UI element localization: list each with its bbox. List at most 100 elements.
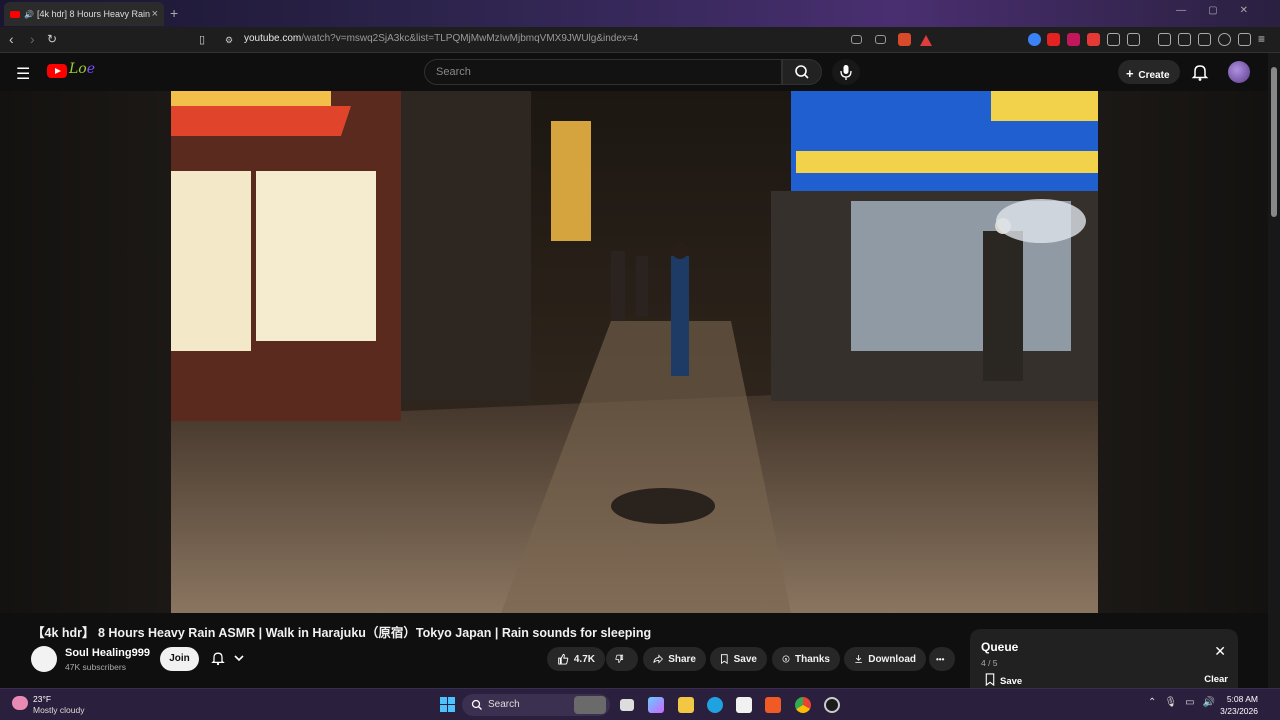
share-arrow-icon: [653, 654, 664, 664]
tab-title: [4k hdr] 8 Hours Heavy Rain: [36, 9, 151, 19]
weather-temperature: 23°F: [33, 694, 52, 704]
chrome-browser-icon[interactable]: [795, 697, 811, 713]
share-label: Share: [668, 653, 696, 665]
url-path: /watch?v=mswq2SjA3kc&list=TLPQMjMwMzIwMj…: [301, 33, 639, 44]
sidebar-icon[interactable]: [1178, 33, 1191, 46]
taskbar-search-label: Search: [488, 699, 520, 710]
dislike-button[interactable]: [606, 647, 638, 671]
more-actions-button[interactable]: •••: [929, 647, 955, 671]
page-scrollbar[interactable]: [1268, 53, 1280, 688]
system-tray[interactable]: ⌃🎙▭🔊: [1148, 697, 1223, 708]
hamburger-menu-icon[interactable]: ☰: [16, 64, 30, 84]
reload-icon[interactable]: ↻: [47, 32, 57, 46]
forward-icon[interactable]: ›: [30, 31, 35, 47]
queue-count: 4 / 5: [981, 658, 998, 668]
channel-name[interactable]: Soul Healing999: [65, 647, 150, 659]
copilot-icon[interactable]: [648, 697, 664, 713]
video-frame-scene: [171, 91, 1098, 613]
channel-avatar[interactable]: [31, 646, 57, 672]
extension-blue-icon[interactable]: [1028, 33, 1041, 46]
windows-start-icon[interactable]: [440, 697, 455, 712]
queue-save-button[interactable]: Save: [984, 673, 1022, 687]
share-page-icon[interactable]: [875, 35, 886, 44]
search-button[interactable]: [782, 59, 822, 85]
create-button[interactable]: + Create: [1118, 60, 1180, 84]
cast-icon[interactable]: [851, 35, 862, 44]
thanks-button[interactable]: $ Thanks: [772, 647, 840, 671]
tab-close-icon[interactable]: ×: [152, 8, 158, 20]
queue-bookmark-icon: [985, 673, 995, 687]
queue-panel: Queue 4 / 5 ✕ Save Clear: [970, 629, 1238, 691]
download-icon: [855, 655, 862, 664]
obs-app-icon[interactable]: [824, 697, 840, 713]
scrollbar-thumb[interactable]: [1271, 67, 1277, 217]
youtube-logo-icon[interactable]: [47, 64, 67, 78]
create-label: Create: [1138, 70, 1170, 81]
browser-tab-strip: 🔊 [4k hdr] 8 Hours Heavy Rain × + —▢✕: [0, 0, 1280, 27]
wallet-icon[interactable]: [1198, 33, 1211, 46]
screenshot-icon[interactable]: [1127, 33, 1140, 46]
user-avatar[interactable]: [1228, 61, 1250, 83]
weather-condition: Mostly cloudy: [33, 705, 85, 715]
url-field[interactable]: youtube.com/watch?v=mswq2SjA3kc&list=TLP…: [244, 33, 638, 44]
plus-icon: +: [1126, 66, 1134, 81]
address-bar: ‹ › ↻ ▯ ⚙ youtube.com/watch?v=mswq2SjA3k…: [0, 27, 1280, 53]
new-tab-button[interactable]: +: [170, 5, 178, 21]
queue-save-label: Save: [1000, 676, 1023, 687]
brave-rewards-icon[interactable]: [920, 35, 932, 46]
join-button[interactable]: Join: [160, 647, 199, 671]
taskbar: 23°F Mostly cloudy Search ⌃🎙▭🔊 5:08 AM 3…: [0, 688, 1280, 720]
task-view-icon[interactable]: [620, 699, 634, 711]
notification-toggle-button[interactable]: [210, 650, 246, 669]
bookmark-icon[interactable]: ▯: [199, 33, 205, 46]
brave-browser-icon[interactable]: [765, 697, 781, 713]
thanks-label: Thanks: [794, 653, 830, 665]
like-count: 4.7K: [573, 653, 595, 665]
file-explorer-icon[interactable]: [678, 697, 694, 713]
extensions-puzzle-icon[interactable]: [1107, 33, 1120, 46]
search-input[interactable]: Search: [424, 59, 782, 85]
search-icon: [795, 65, 809, 79]
site-info-icon[interactable]: ⚙: [225, 35, 233, 46]
edge-browser-icon[interactable]: [707, 697, 723, 713]
share-button[interactable]: Share: [643, 647, 706, 671]
bell-icon: [211, 652, 225, 666]
music-icon[interactable]: [1158, 33, 1171, 46]
weather-widget[interactable]: 23°F Mostly cloudy: [12, 694, 112, 718]
voice-search-button[interactable]: [832, 59, 860, 85]
speaker-icon[interactable]: 🔊: [24, 10, 34, 19]
browser-menu-icon[interactable]: ≡: [1258, 32, 1265, 46]
taskbar-search-icon: [471, 699, 482, 710]
subscriber-count: 47K subscribers: [65, 662, 126, 672]
like-button[interactable]: 4.7K: [547, 647, 605, 671]
youtube-favicon-icon: [10, 10, 20, 18]
queue-clear-button[interactable]: Clear: [1204, 674, 1228, 685]
save-button[interactable]: Save: [710, 647, 767, 671]
doodle-accent: e: [86, 61, 96, 77]
system-clock[interactable]: 5:08 AM 3/23/2026: [1220, 693, 1258, 717]
leo-ai-icon[interactable]: [1218, 33, 1231, 46]
queue-close-icon[interactable]: ✕: [1214, 643, 1226, 660]
search-highlight-icon: [574, 696, 606, 714]
extension-youtube-icon[interactable]: [1087, 33, 1100, 46]
doodle-text: Lo: [69, 61, 87, 77]
window-controls[interactable]: —▢✕: [1176, 5, 1270, 16]
video-title: 【4k hdr】 8 Hours Heavy Rain ASMR | Walk …: [32, 626, 652, 640]
notifications-bell-icon[interactable]: [1191, 62, 1209, 82]
chevron-down-icon: [234, 655, 244, 662]
microsoft-store-icon[interactable]: [736, 697, 752, 713]
clock-date: 3/23/2026: [1220, 706, 1258, 716]
youtube-header: ☰ Loe Search + Create: [0, 53, 1280, 91]
video-player[interactable]: [0, 91, 1268, 613]
brave-shield-icon[interactable]: [898, 33, 911, 46]
extension-red-icon[interactable]: [1047, 33, 1060, 46]
extension-pink-icon[interactable]: [1067, 33, 1080, 46]
browser-tab-active[interactable]: 🔊 [4k hdr] 8 Hours Heavy Rain ×: [4, 2, 164, 26]
download-button[interactable]: Download: [844, 647, 926, 671]
taskbar-search[interactable]: Search: [462, 694, 610, 716]
vpn-shield-icon[interactable]: [1238, 33, 1251, 46]
back-icon[interactable]: ‹: [9, 31, 14, 47]
download-label: Download: [868, 653, 916, 665]
youtube-doodle[interactable]: Loe: [69, 61, 95, 77]
video-frame[interactable]: [171, 91, 1098, 613]
